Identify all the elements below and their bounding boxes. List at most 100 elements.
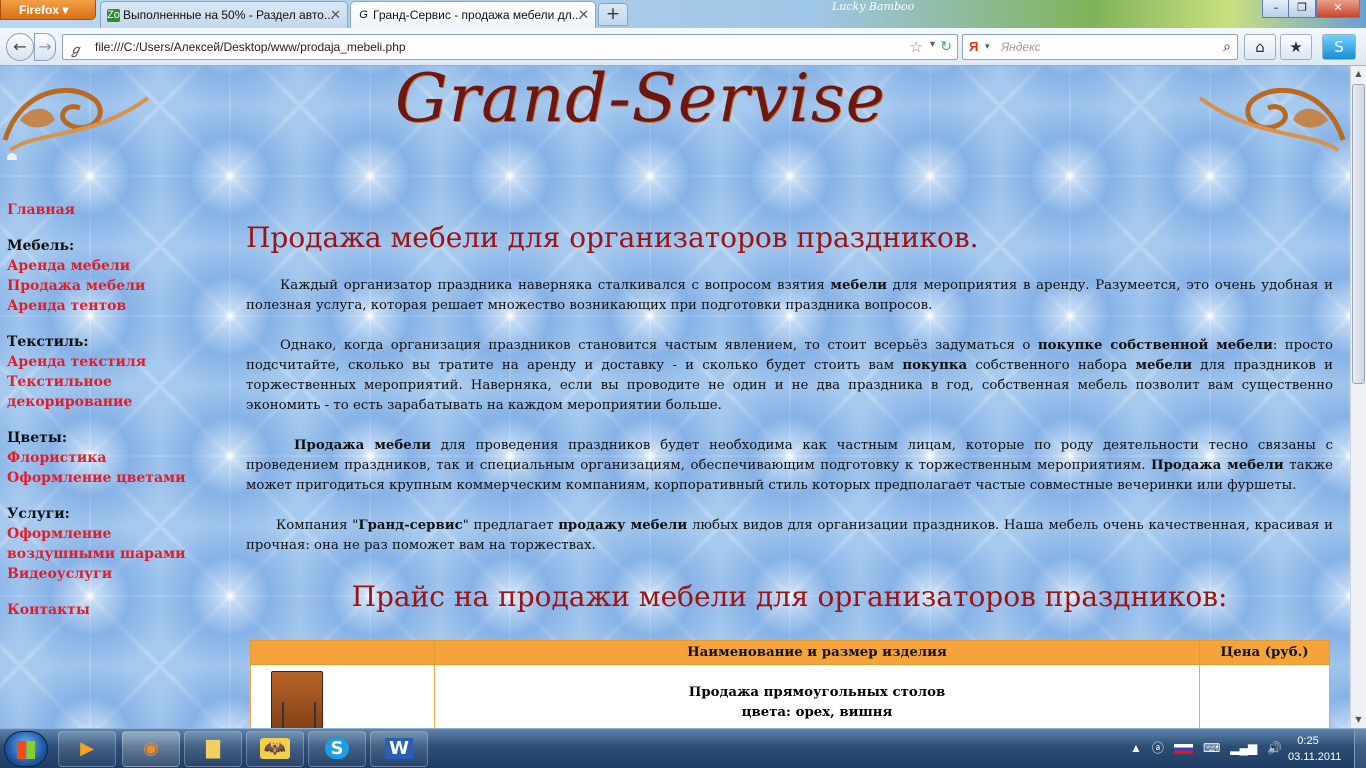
start-button[interactable] (4, 731, 48, 767)
firefox-menu-label: Firefox (19, 3, 60, 17)
nav-link-floristry[interactable]: Флористика (7, 448, 237, 468)
nav-link-home[interactable]: Главная (7, 200, 237, 220)
volume-icon[interactable]: 🔊 (1267, 741, 1282, 755)
header-price-column: Цена (руб.) (1199, 640, 1330, 665)
site-logo[interactable]: Grand-Servise (395, 66, 886, 137)
system-tray: ▲ ⓐ RU ⌨ ▂▄▆ 🔊 (1130, 739, 1282, 756)
search-bar[interactable]: Я ▾ Яндекс ⌕ (962, 34, 1238, 60)
media-player-taskbar-button[interactable]: ▶ (58, 731, 116, 767)
close-tab-icon[interactable]: ✕ (578, 7, 589, 23)
forward-button[interactable]: → (34, 33, 56, 61)
firefox-taskbar-button[interactable]: ◉ (122, 731, 180, 767)
search-input[interactable]: Яндекс (1001, 40, 1041, 54)
home-button[interactable]: ⌂ (1244, 34, 1276, 60)
theme-label: Lucky Bamboo (832, 0, 915, 13)
folding-table-image[interactable] (271, 671, 323, 728)
header-name-column: Наименование и размер изделия (434, 640, 1200, 665)
price-title: Прайс на продажи мебели для организаторо… (351, 580, 1228, 613)
nav-link-contacts[interactable]: Контакты (7, 600, 237, 620)
nav-link-furniture-sale[interactable]: Продажа мебели (7, 276, 237, 296)
reload-icon[interactable]: ↻ (940, 38, 952, 55)
page-title: Продажа мебели для организаторов праздни… (246, 221, 979, 254)
maximize-button[interactable]: ❐ (1288, 0, 1316, 18)
clock-time: 0:25 (1297, 735, 1319, 747)
folder-icon: ▇ (206, 738, 220, 759)
nav-heading-textile: Текстиль: (7, 334, 89, 350)
forward-arrow-icon: → (38, 37, 52, 56)
main-content: Продажа мебели для организаторов праздни… (246, 220, 1333, 614)
table-row: Продажа прямоугольных столов цвета: орех… (250, 664, 1330, 728)
scrollbar-thumb[interactable] (1352, 84, 1365, 384)
paragraph-1: Каждый организатор праздника наверняка с… (246, 278, 1333, 313)
site-identity-icon[interactable]: ℊ (69, 39, 82, 58)
close-tab-icon[interactable]: ✕ (330, 7, 341, 23)
web-page: Grand-Servise Главная Мебель: Аренда меб… (0, 66, 1350, 728)
search-engine-dropdown-icon[interactable]: ▾ (985, 41, 990, 52)
nav-link-textile-decor[interactable]: Текстильное декорирование (7, 372, 237, 412)
nav-link-balloons[interactable]: Оформление воздушными шарами (7, 524, 207, 564)
scroll-up-icon[interactable]: ▲ (1351, 66, 1366, 82)
bat-icon: 🦇 (259, 738, 291, 759)
home-icon: ⌂ (1255, 38, 1265, 56)
minimize-button[interactable]: – (1262, 0, 1290, 18)
explorer-taskbar-button[interactable]: ▇ (184, 731, 242, 767)
paragraph-2: Однако, когда организация праздников ста… (246, 338, 1333, 413)
skype-toolbar-button[interactable]: S (1322, 34, 1356, 60)
firefox-menu-button[interactable]: Firefox ▾ (0, 0, 96, 20)
bookmark-star-icon[interactable]: ☆ (910, 38, 923, 56)
new-tab-button[interactable]: + (598, 3, 628, 26)
zoho-tab-icon: Zo (107, 9, 120, 22)
word-icon: W (385, 738, 413, 759)
paragraph-4: Компания "Гранд-сервис" предлагает прода… (246, 518, 1334, 553)
bat-taskbar-button[interactable]: 🦇 (246, 731, 304, 767)
bookmarks-button[interactable]: ★ (1280, 34, 1312, 60)
nav-link-textile-rent[interactable]: Аренда текстиля (7, 352, 237, 372)
right-ornament-icon (1198, 87, 1346, 152)
page-scrollbar[interactable]: ▲ ▼ (1350, 66, 1366, 728)
taskbar: ▶ ◉ ▇ 🦇 S W ▲ ⓐ RU ⌨ ▂▄▆ 🔊 0:25 03.11.20… (0, 728, 1366, 768)
close-window-button[interactable]: ✕ (1316, 0, 1360, 18)
tab-label: Гранд-Сервис - продажа мебели дл... (373, 8, 582, 22)
product-name-cell: Продажа прямоугольных столов цвета: орех… (434, 664, 1200, 728)
skype-icon: S (1334, 38, 1344, 56)
network-icon[interactable]: ▂▄▆ (1230, 741, 1257, 755)
header-image-column (250, 640, 435, 665)
price-table: Наименование и размер изделия Цена (руб.… (250, 640, 1330, 728)
word-taskbar-button[interactable]: W (370, 731, 428, 767)
antivirus-icon[interactable]: ⓐ (1152, 741, 1164, 755)
back-button[interactable]: ← (6, 33, 34, 61)
scroll-down-icon[interactable]: ▼ (1351, 712, 1366, 728)
nav-link-tent-rent[interactable]: Аренда тентов (7, 296, 237, 316)
table-header-row: Наименование и размер изделия Цена (руб.… (250, 640, 1330, 665)
history-dropdown-icon[interactable]: ▾ (930, 39, 935, 50)
skype-taskbar-button[interactable]: S (308, 731, 366, 767)
nav-link-furniture-rent[interactable]: Аренда мебели (7, 256, 237, 276)
yandex-icon[interactable]: Я (969, 39, 978, 54)
clock-date: 03.11.2011 (1288, 751, 1342, 763)
site-tab-icon: G (359, 9, 368, 21)
firefox-icon: ◉ (143, 738, 159, 759)
nav-heading-services: Услуги: (7, 506, 70, 522)
tab-label: Выполненные на 50% - Раздел авто... (123, 8, 334, 22)
bookmarks-icon: ★ (1289, 38, 1303, 56)
tab-active[interactable]: G Гранд-Сервис - продажа мебели дл... ✕ (350, 1, 596, 29)
device-icon[interactable]: ⌨ (1203, 741, 1220, 755)
address-bar[interactable]: ℊ file:///C:/Users/Алексей/Desktop/www/p… (62, 34, 958, 60)
language-indicator[interactable]: RU (1173, 744, 1193, 754)
back-arrow-icon: ← (13, 37, 27, 56)
show-hidden-icons-icon[interactable]: ▲ (1130, 741, 1142, 755)
url-text[interactable]: file:///C:/Users/Алексей/Desktop/www/pro… (95, 40, 406, 54)
paragraph-3: Продажа мебели для проведения праздников… (246, 438, 1334, 493)
tab-inactive[interactable]: Zo Выполненные на 50% - Раздел авто... ✕ (100, 1, 348, 28)
skype-icon: S (324, 738, 350, 759)
left-ornament-icon (2, 87, 150, 160)
nav-link-flower-decor[interactable]: Оформление цветами (7, 468, 237, 488)
search-icon[interactable]: ⌕ (1223, 38, 1231, 55)
show-desktop-button[interactable] (1354, 729, 1366, 768)
media-player-icon: ▶ (80, 738, 94, 759)
product-name: Продажа прямоугольных столов (688, 685, 946, 700)
windows-logo-icon (17, 741, 35, 759)
clock[interactable]: 0:25 03.11.2011 (1288, 733, 1342, 765)
sidebar-menu: Главная Мебель: Аренда мебели Продажа ме… (7, 200, 237, 620)
nav-link-video[interactable]: Видеоуслуги (7, 564, 237, 584)
